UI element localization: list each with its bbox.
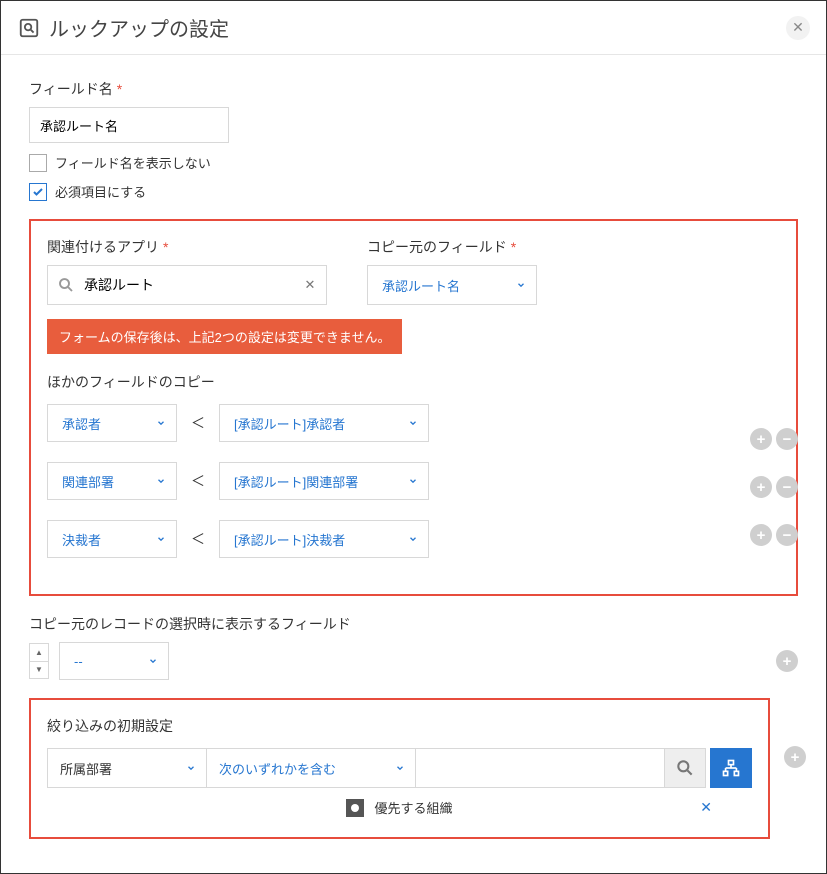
remove-row-button[interactable]: − <box>776 428 798 450</box>
chevron-down-icon <box>156 416 166 431</box>
app-link-label: 関連付けるアプリ* <box>47 237 327 257</box>
arrow-left-icon: ＜ <box>191 529 205 549</box>
display-field-dropdown[interactable]: -- <box>59 642 169 680</box>
copy-src-dropdown-row[interactable]: [承認ルート]関連部署 <box>219 462 429 500</box>
app-link-combo[interactable]: ✕ <box>47 265 327 305</box>
remove-row-button[interactable]: − <box>776 476 798 498</box>
chevron-down-icon <box>156 532 166 547</box>
add-row-button[interactable]: + <box>784 746 806 768</box>
filter-field-dropdown[interactable]: 所属部署 <box>47 748 207 788</box>
field-name-label: フィールド名* <box>29 79 798 99</box>
clear-icon[interactable]: ✕ <box>294 277 326 293</box>
hide-field-name-checkbox[interactable] <box>29 154 47 172</box>
display-field-label: コピー元のレコードの選択時に表示するフィールド <box>29 614 798 634</box>
chevron-down-icon <box>395 761 405 776</box>
priority-org-label: 優先する組織 <box>374 798 452 817</box>
chevron-down-icon <box>408 474 418 489</box>
chevron-down-icon <box>148 654 158 669</box>
lookup-icon <box>17 16 41 40</box>
up-icon[interactable]: ▲ <box>30 644 48 662</box>
filter-section: 絞り込みの初期設定 所属部署 次のいずれかを含む <box>29 698 770 839</box>
filter-label: 絞り込みの初期設定 <box>47 716 752 736</box>
add-row-button[interactable]: + <box>750 428 772 450</box>
close-button[interactable]: ✕ <box>786 16 810 40</box>
app-link-input[interactable] <box>84 267 294 303</box>
hide-field-name-row[interactable]: フィールド名を表示しない <box>29 153 798 172</box>
add-row-button[interactable]: + <box>750 476 772 498</box>
copy-src-label: コピー元のフィールド* <box>367 237 537 257</box>
required-checkbox[interactable] <box>29 183 47 201</box>
search-icon <box>48 276 84 294</box>
chevron-down-icon <box>186 761 196 776</box>
copy-dest-dropdown[interactable]: 決裁者 <box>47 520 177 558</box>
field-name-input[interactable] <box>29 107 229 143</box>
filter-footer: 優先する組織 ✕ <box>47 794 752 821</box>
arrow-left-icon: ＜ <box>191 413 205 433</box>
arrow-left-icon: ＜ <box>191 471 205 491</box>
copy-src-dropdown-row[interactable]: [承認ルート]承認者 <box>219 404 429 442</box>
chevron-down-icon <box>516 278 526 293</box>
reorder-handle[interactable]: ▲ ▼ <box>29 643 49 679</box>
org-picker-button[interactable] <box>710 748 752 788</box>
dialog-title: ルックアップの設定 <box>49 13 786 42</box>
field-name-group: フィールド名* フィールド名を表示しない 必須項目にする <box>29 79 798 201</box>
copy-src-dropdown-row[interactable]: [承認ルート]決裁者 <box>219 520 429 558</box>
required-row[interactable]: 必須項目にする <box>29 182 798 201</box>
copy-dest-dropdown[interactable]: 関連部署 <box>47 462 177 500</box>
filter-operator-dropdown[interactable]: 次のいずれかを含む <box>206 748 416 788</box>
chevron-down-icon <box>408 532 418 547</box>
copy-dest-dropdown[interactable]: 承認者 <box>47 404 177 442</box>
priority-org-icon <box>346 799 364 817</box>
warning-banner: フォームの保存後は、上記2つの設定は変更できません。 <box>47 319 402 354</box>
chevron-down-icon <box>156 474 166 489</box>
filter-search-button[interactable] <box>664 748 706 788</box>
copy-row-1: 関連部署 ＜ [承認ルート]関連部署 <box>47 462 780 510</box>
filter-value-input[interactable] <box>415 748 665 788</box>
add-row-button[interactable]: + <box>776 650 798 672</box>
copy-row-0: 承認者 ＜ [承認ルート]承認者 <box>47 404 780 452</box>
remove-row-button[interactable]: − <box>776 524 798 546</box>
link-section: 関連付けるアプリ* ✕ コピー元のフィールド* 承認ルート名 <box>29 219 798 596</box>
down-icon[interactable]: ▼ <box>30 662 48 679</box>
other-copy-label: ほかのフィールドのコピー <box>47 372 780 392</box>
remove-filter-value-button[interactable]: ✕ <box>700 799 712 816</box>
copy-row-2: 決裁者 ＜ [承認ルート]決裁者 <box>47 520 780 568</box>
copy-src-dropdown[interactable]: 承認ルート名 <box>367 265 537 305</box>
display-field-group: コピー元のレコードの選択時に表示するフィールド ▲ ▼ -- + <box>29 614 798 680</box>
dialog-header: ルックアップの設定 ✕ <box>1 1 826 55</box>
add-row-button[interactable]: + <box>750 524 772 546</box>
chevron-down-icon <box>408 416 418 431</box>
